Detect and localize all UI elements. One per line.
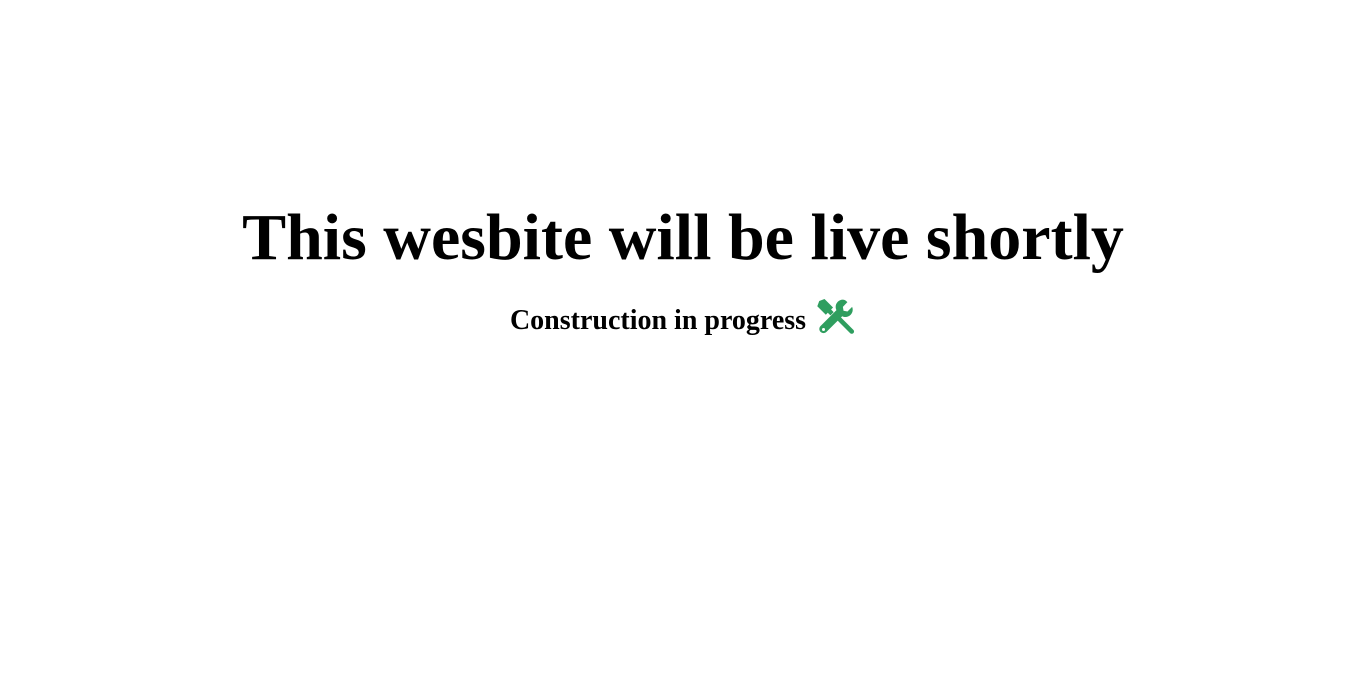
main-content: This wesbite will be live shortly Constr… — [0, 196, 1366, 342]
page-title: This wesbite will be live shortly — [242, 201, 1124, 274]
hammer-wrench-icon — [814, 297, 856, 339]
subtitle-text: Construction in progress — [509, 305, 807, 336]
subtitle-row: Construction in progress — [509, 297, 856, 342]
